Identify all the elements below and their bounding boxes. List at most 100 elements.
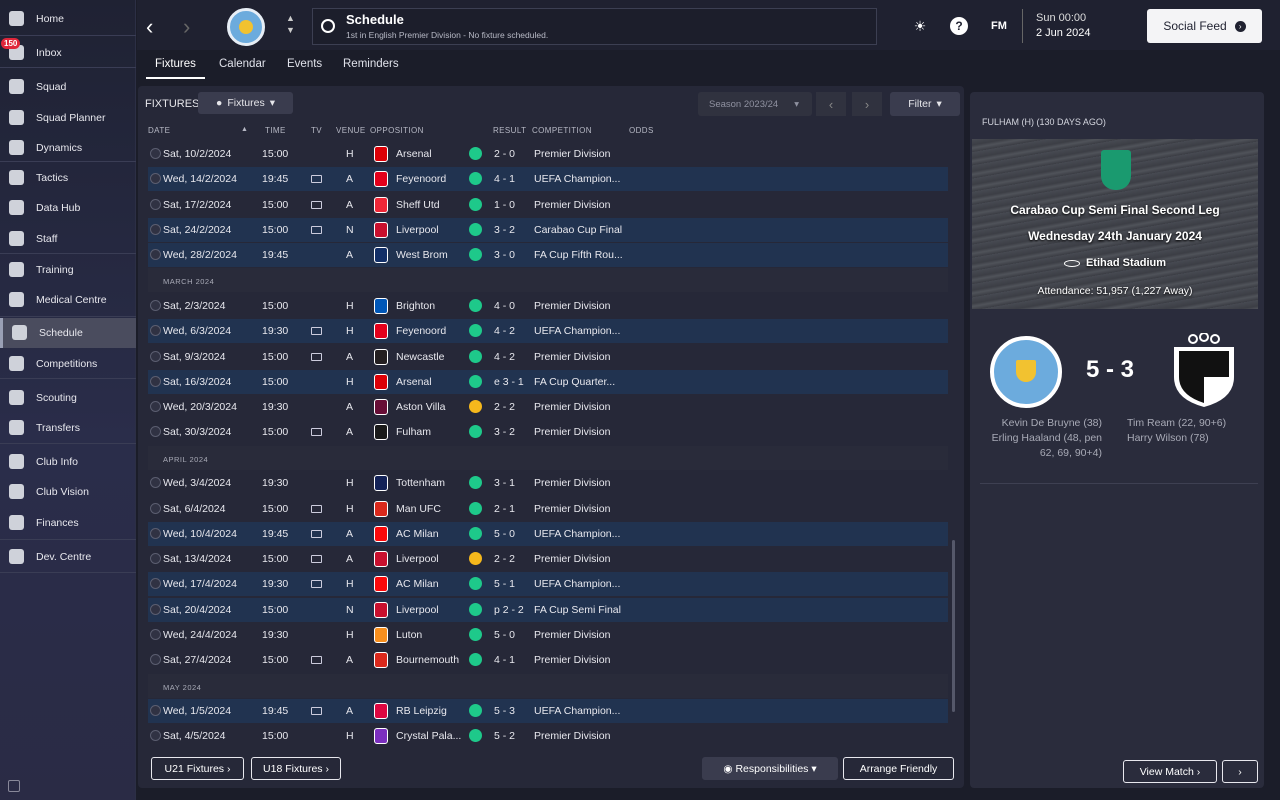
- fixture-row[interactable]: Wed, 6/3/2024 19:30 H Feyenoord 4 - 2 UEFA Ch…: [148, 319, 948, 343]
- fixture-competition[interactable]: Premier Division: [534, 351, 610, 363]
- fixture-row[interactable]: Sat, 16/3/2024 15:00 H Arsenal e 3 - 1 FA Cup…: [148, 370, 948, 394]
- fixture-opposition[interactable]: Tottenham: [396, 477, 445, 489]
- sidebar-item-club-vision[interactable]: Club Vision: [0, 477, 136, 507]
- sidebar-item-dev-centre[interactable]: Dev. Centre: [0, 542, 136, 572]
- row-select-checkbox[interactable]: [150, 199, 161, 210]
- sidebar-item-club-info[interactable]: Club Info: [0, 447, 136, 477]
- fixture-result[interactable]: e 3 - 1: [494, 376, 524, 388]
- row-select-checkbox[interactable]: [150, 300, 161, 311]
- fixture-row[interactable]: Wed, 28/2/2024 19:45 A West Brom 3 - 0 FA Cup…: [148, 243, 948, 267]
- fixture-opposition[interactable]: West Brom: [396, 249, 448, 261]
- row-select-checkbox[interactable]: [150, 148, 161, 159]
- col-time[interactable]: TIME: [265, 126, 286, 135]
- forward-arrow-icon[interactable]: ›: [183, 14, 190, 40]
- game-date[interactable]: Sun 00:00 2 Jun 2024: [1022, 9, 1137, 43]
- col-opposition[interactable]: OPPOSITION: [370, 126, 424, 135]
- col-odds[interactable]: ODDS: [629, 126, 654, 135]
- fixture-result[interactable]: 5 - 1: [494, 578, 515, 590]
- row-select-checkbox[interactable]: [150, 224, 161, 235]
- search-bar[interactable]: Schedule 1st in English Premier Division…: [312, 8, 877, 45]
- fixture-opposition[interactable]: Arsenal: [396, 148, 432, 160]
- col-venue[interactable]: VENUE: [336, 126, 366, 135]
- sidebar-item-training[interactable]: Training: [0, 255, 136, 285]
- fixture-competition[interactable]: UEFA Champion...: [534, 173, 620, 185]
- home-team-crest-icon[interactable]: [990, 336, 1062, 408]
- tab-fixtures[interactable]: Fixtures: [155, 58, 196, 70]
- fixture-result[interactable]: 3 - 2: [494, 426, 515, 438]
- fixture-result[interactable]: 2 - 0: [494, 148, 515, 160]
- fixture-result[interactable]: 5 - 0: [494, 629, 515, 641]
- row-select-checkbox[interactable]: [150, 173, 161, 184]
- sidebar-item-inbox[interactable]: Inbox: [0, 38, 136, 68]
- fixture-opposition[interactable]: Newcastle: [396, 351, 444, 363]
- u18-fixtures-button[interactable]: U18 Fixtures ›: [251, 757, 341, 780]
- fixture-row[interactable]: Wed, 1/5/2024 19:45 A RB Leipzig 5 - 3 UEFA C…: [148, 699, 948, 723]
- row-select-checkbox[interactable]: [150, 426, 161, 437]
- fixture-opposition[interactable]: Liverpool: [396, 224, 439, 236]
- fixture-competition[interactable]: Premier Division: [534, 477, 610, 489]
- sidebar-item-competitions[interactable]: Competitions: [0, 349, 136, 379]
- fixture-result[interactable]: 3 - 2: [494, 224, 515, 236]
- row-select-checkbox[interactable]: [150, 351, 161, 362]
- sidebar-item-transfers[interactable]: Transfers: [0, 413, 136, 443]
- fixture-row[interactable]: Sat, 4/5/2024 15:00 H Crystal Pala... 5 - 2 P…: [148, 724, 948, 748]
- fixture-result[interactable]: 2 - 1: [494, 503, 515, 515]
- col-competition[interactable]: COMPETITION: [532, 126, 592, 135]
- fixture-row[interactable]: Sat, 17/2/2024 15:00 A Sheff Utd 1 - 0 Premie…: [148, 193, 948, 217]
- fixture-competition[interactable]: Carabao Cup Final: [534, 224, 622, 236]
- col-date[interactable]: DATE: [148, 126, 170, 135]
- row-select-checkbox[interactable]: [150, 249, 161, 260]
- fixture-row[interactable]: Wed, 14/2/2024 19:45 A Feyenoord 4 - 1 UEFA C…: [148, 167, 948, 191]
- sidebar-item-staff[interactable]: Staff: [0, 224, 136, 254]
- fixture-competition[interactable]: Premier Division: [534, 730, 610, 742]
- row-select-checkbox[interactable]: [150, 477, 161, 488]
- lightbulb-icon[interactable]: ☀: [911, 17, 929, 35]
- col-tv[interactable]: TV: [311, 126, 322, 135]
- fixture-opposition[interactable]: Man UFC: [396, 503, 441, 515]
- fixture-opposition[interactable]: Feyenoord: [396, 173, 446, 185]
- view-match-button[interactable]: View Match ›: [1123, 760, 1217, 783]
- sidebar-item-squad-planner[interactable]: Squad Planner: [0, 103, 136, 133]
- fixture-opposition[interactable]: AC Milan: [396, 578, 439, 590]
- fixture-opposition[interactable]: Luton: [396, 629, 422, 641]
- fixture-row[interactable]: Sat, 30/3/2024 15:00 A Fulham 3 - 2 Premier D…: [148, 420, 948, 444]
- row-select-checkbox[interactable]: [150, 325, 161, 336]
- sidebar-item-medical-centre[interactable]: Medical Centre: [0, 285, 136, 315]
- social-feed-button[interactable]: Social Feed ›: [1147, 9, 1262, 43]
- arrange-friendly-button[interactable]: Arrange Friendly: [843, 757, 954, 780]
- fixture-result[interactable]: 4 - 0: [494, 300, 515, 312]
- fixture-row[interactable]: Sat, 9/3/2024 15:00 A Newcastle 4 - 2 Premier…: [148, 345, 948, 369]
- fixture-competition[interactable]: UEFA Champion...: [534, 705, 620, 717]
- filter-button[interactable]: Filter ▾: [890, 92, 960, 116]
- fixture-result[interactable]: 1 - 0: [494, 199, 515, 211]
- fixture-opposition[interactable]: Brighton: [396, 300, 435, 312]
- fixture-result[interactable]: 3 - 1: [494, 477, 515, 489]
- fixture-competition[interactable]: FA Cup Semi Final: [534, 604, 621, 616]
- sort-up-icon[interactable]: ▲: [241, 126, 248, 133]
- sidebar-item-dynamics[interactable]: Dynamics: [0, 133, 136, 163]
- row-select-checkbox[interactable]: [150, 654, 161, 665]
- fixture-competition[interactable]: Premier Division: [534, 199, 610, 211]
- sidebar-item-data-hub[interactable]: Data Hub: [0, 193, 136, 223]
- fixture-row[interactable]: Sat, 24/2/2024 15:00 N Liverpool 3 - 2 Caraba…: [148, 218, 948, 242]
- fixture-row[interactable]: Wed, 3/4/2024 19:30 H Tottenham 3 - 1 Premier…: [148, 471, 948, 495]
- fixture-competition[interactable]: UEFA Champion...: [534, 325, 620, 337]
- view-dropdown[interactable]: ● Fixtures ▾: [198, 92, 293, 114]
- fixture-competition[interactable]: Premier Division: [534, 401, 610, 413]
- fixture-competition[interactable]: Premier Division: [534, 426, 610, 438]
- fixture-result[interactable]: 5 - 3: [494, 705, 515, 717]
- fixture-result[interactable]: p 2 - 2: [494, 604, 524, 616]
- fixture-result[interactable]: 5 - 0: [494, 528, 515, 540]
- fixture-opposition[interactable]: AC Milan: [396, 528, 439, 540]
- fixture-competition[interactable]: UEFA Champion...: [534, 528, 620, 540]
- fixture-opposition[interactable]: Liverpool: [396, 604, 439, 616]
- fixture-opposition[interactable]: Bournemouth: [396, 654, 459, 666]
- fixture-result[interactable]: 4 - 1: [494, 654, 515, 666]
- sidebar-item-scouting[interactable]: Scouting: [0, 383, 136, 413]
- fixture-row[interactable]: Wed, 20/3/2024 19:30 A Aston Villa 2 - 2 Prem…: [148, 395, 948, 419]
- responsibilities-button[interactable]: ◉ Responsibilities ▾: [702, 757, 838, 780]
- fixture-row[interactable]: Sat, 10/2/2024 15:00 H Arsenal 2 - 0 Premier …: [148, 142, 948, 166]
- fixture-opposition[interactable]: Crystal Pala...: [396, 730, 461, 742]
- sidebar-item-schedule[interactable]: Schedule: [0, 318, 136, 348]
- fixture-competition[interactable]: Premier Division: [534, 654, 610, 666]
